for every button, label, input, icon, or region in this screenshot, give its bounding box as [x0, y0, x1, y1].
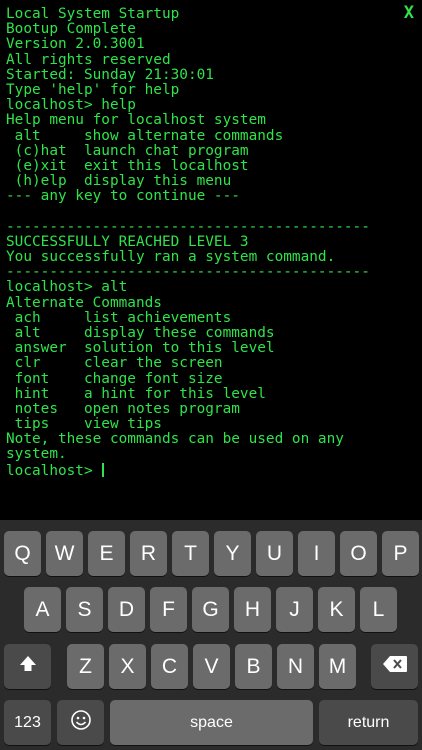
terminal-line: --- any key to continue --- — [6, 188, 240, 205]
terminal-prompt-line[interactable]: localhost> — [6, 462, 370, 479]
terminal-line: (h)elp display this menu — [6, 173, 232, 190]
terminal-output: Local System Startup Bootup Complete Versi… — [6, 6, 370, 479]
key-h[interactable]: H — [234, 587, 271, 632]
terminal-line: (c)hat launch chat program — [6, 142, 249, 159]
key-m[interactable]: M — [319, 644, 356, 689]
close-button[interactable]: X — [404, 3, 414, 23]
shift-key[interactable] — [4, 644, 51, 689]
terminal-line: notes open notes program — [6, 400, 240, 417]
terminal-line: All rights reserved — [6, 51, 171, 68]
terminal-line: Alternate Commands — [6, 294, 162, 311]
terminal-line: system. — [6, 446, 67, 463]
terminal-line: answer solution to this level — [6, 340, 275, 357]
terminal-line: Bootup Complete — [6, 21, 136, 38]
terminal-line: clr clear the screen — [6, 355, 223, 372]
terminal-line: Help menu for localhost system — [6, 112, 266, 129]
terminal-line: (e)xit exit this localhost — [6, 157, 249, 174]
text-cursor — [102, 462, 105, 477]
numbers-key[interactable]: 123 — [4, 700, 51, 745]
key-d[interactable]: D — [108, 587, 145, 632]
shift-icon — [18, 654, 38, 680]
space-key[interactable]: space — [110, 700, 313, 745]
terminal-line: Started: Sunday 21:30:01 — [6, 66, 214, 83]
key-n[interactable]: N — [277, 644, 314, 689]
terminal-screen[interactable]: X Local System Startup Bootup Complete Ver… — [0, 0, 422, 520]
key-i[interactable]: I — [298, 531, 335, 576]
key-w[interactable]: W — [46, 531, 83, 576]
key-o[interactable]: O — [340, 531, 377, 576]
terminal-line: hint a hint for this level — [6, 385, 266, 402]
terminal-line: localhost> alt — [6, 279, 128, 296]
terminal-line: alt show alternate commands — [6, 127, 284, 144]
key-y[interactable]: Y — [214, 531, 251, 576]
terminal-prompt: localhost> — [6, 462, 102, 479]
emoji-key[interactable] — [57, 700, 104, 745]
key-g[interactable]: G — [192, 587, 229, 632]
terminal-line: Version 2.0.3001 — [6, 36, 145, 53]
emoji-icon — [70, 709, 92, 737]
key-u[interactable]: U — [256, 531, 293, 576]
key-z[interactable]: Z — [67, 644, 104, 689]
key-q[interactable]: Q — [4, 531, 41, 576]
key-x[interactable]: X — [109, 644, 146, 689]
terminal-line: You successfully ran a system command. — [6, 249, 336, 265]
key-f[interactable]: F — [150, 587, 187, 632]
terminal-line: ach list achievements — [6, 309, 232, 326]
terminal-line: Note, these commands can be used on any — [6, 431, 344, 448]
terminal-line: Local System Startup — [6, 6, 180, 22]
return-key[interactable]: return — [319, 700, 418, 745]
terminal-line: tips view tips — [6, 416, 162, 433]
delete-icon — [382, 655, 408, 679]
key-a[interactable]: A — [24, 587, 61, 632]
key-s[interactable]: S — [66, 587, 103, 632]
key-l[interactable]: L — [360, 587, 397, 632]
key-t[interactable]: T — [172, 531, 209, 576]
key-c[interactable]: C — [151, 644, 188, 689]
terminal-line: ----------------------------------------… — [6, 218, 370, 235]
terminal-line: SUCCESSFULLY REACHED LEVEL 3 — [6, 233, 249, 250]
key-k[interactable]: K — [318, 587, 355, 632]
key-p[interactable]: P — [382, 531, 419, 576]
on-screen-keyboard: QWERTYUIOP ASDFGHJKL ZXCVBNM 123 space r… — [0, 520, 422, 750]
terminal-line: alt display these commands — [6, 324, 275, 341]
terminal-line: localhost> help — [6, 97, 136, 114]
key-r[interactable]: R — [130, 531, 167, 576]
key-j[interactable]: J — [276, 587, 313, 632]
key-v[interactable]: V — [193, 644, 230, 689]
key-b[interactable]: B — [235, 644, 272, 689]
terminal-line: font change font size — [6, 370, 223, 387]
delete-key[interactable] — [371, 644, 418, 689]
terminal-line: ----------------------------------------… — [6, 264, 370, 281]
key-e[interactable]: E — [88, 531, 125, 576]
terminal-line: Type 'help' for help — [6, 81, 180, 98]
